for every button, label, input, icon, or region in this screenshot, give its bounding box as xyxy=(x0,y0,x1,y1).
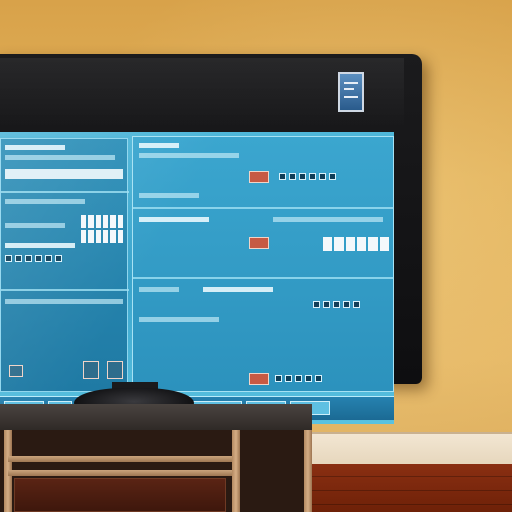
tv-screen xyxy=(0,132,394,424)
television xyxy=(0,54,422,424)
cabinet-drawer xyxy=(14,478,226,512)
media-cabinet xyxy=(0,430,312,512)
cabinet-shelf-2 xyxy=(8,470,232,476)
tv-sticker xyxy=(338,72,364,112)
cabinet-post-middle xyxy=(232,430,240,512)
baseboard xyxy=(300,432,512,466)
screen-glare xyxy=(0,132,394,424)
wood-floor xyxy=(300,464,512,512)
cabinet-top xyxy=(0,404,312,432)
cabinet-shelf-1 xyxy=(8,456,232,462)
cabinet-post-right xyxy=(304,430,312,512)
